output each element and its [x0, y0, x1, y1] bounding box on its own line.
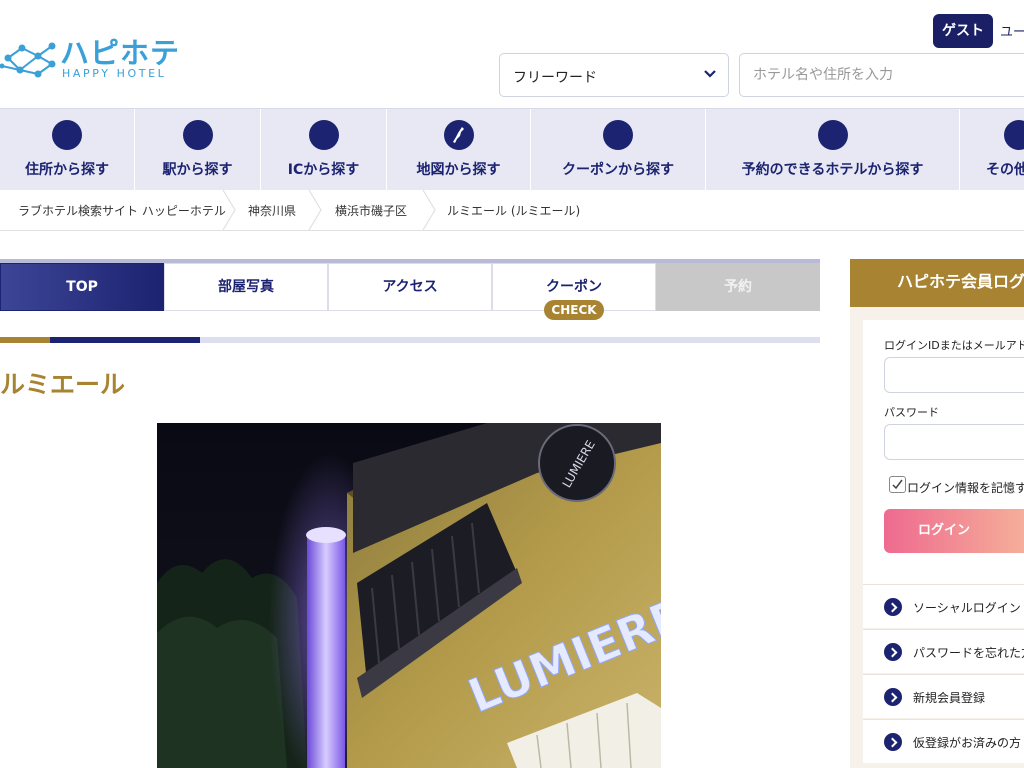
guest-button[interactable]: ゲスト	[933, 14, 993, 48]
network-logo-icon	[0, 42, 56, 78]
link-label: ソーシャルログイン	[913, 601, 1021, 615]
nav-item-label: ICから探す	[287, 162, 360, 178]
arrow-right-icon	[884, 643, 902, 661]
hotel-photo: LUMIERE LUMIERE	[157, 423, 661, 768]
nav-item-label: 住所から探す	[25, 162, 109, 178]
logo-english: HAPPY HOTEL	[62, 67, 167, 80]
social-login-link[interactable]: ソーシャルログイン	[863, 584, 1024, 628]
breadcrumb-current: ルミエール (ルミエール)	[447, 204, 581, 218]
nav-item-coupon[interactable]: クーポンから探す	[531, 109, 706, 190]
breadcrumb-city[interactable]: 横浜市磯子区	[335, 202, 407, 219]
chevron-down-icon	[704, 70, 716, 78]
arrow-right-icon	[884, 733, 902, 751]
nav-item-label: クーポンから探す	[562, 162, 674, 178]
train-icon	[182, 120, 213, 150]
site-logo[interactable]: ハピホテ HAPPY HOTEL	[0, 36, 180, 84]
user-link[interactable]: ユー	[1000, 21, 1024, 40]
nav-item-map[interactable]: 地図から探す	[387, 109, 531, 190]
password-field[interactable]	[884, 424, 1024, 460]
login-id-field[interactable]	[884, 357, 1024, 393]
arrow-right-icon	[884, 688, 902, 706]
register-link[interactable]: 新規会員登録	[863, 674, 1024, 718]
coupon-icon	[603, 120, 633, 150]
checkmark-icon	[892, 479, 903, 490]
link-label: パスワードを忘れた方	[913, 646, 1024, 660]
nav-item-reservable[interactable]: 予約のできるホテルから探す	[706, 109, 960, 190]
login-panel-title: ハピホテ会員ログ	[850, 259, 1024, 307]
nav-item-address[interactable]: 住所から探す	[0, 109, 135, 190]
nav-item-other[interactable]: その他	[960, 109, 1024, 190]
login-id-label: ログインIDまたはメールアドレ	[884, 339, 1024, 352]
logo-japanese: ハピホテ	[60, 36, 181, 70]
breadcrumb-separator-icon	[308, 190, 322, 230]
main-nav: 住所から探す 駅から探す ICから探す 地図から探す クーポンから探す 予約ので…	[0, 108, 1024, 190]
hotel-name: ルミエール	[0, 370, 126, 399]
tab-reservation: 予約	[656, 263, 820, 311]
breadcrumb: ラブホテル検索サイト ハッピーホテル 神奈川県 横浜市磯子区 ルミエール (ルミ…	[0, 190, 1024, 231]
provisional-registration-link[interactable]: 仮登録がお済みの方	[863, 719, 1024, 763]
calendar-icon	[817, 120, 848, 150]
tab-top[interactable]: TOP	[0, 263, 164, 311]
search-input[interactable]	[739, 53, 1024, 97]
tab-progress-bar	[0, 337, 820, 343]
tab-room-photos[interactable]: 部屋写真	[164, 263, 328, 311]
location-icon	[52, 120, 82, 150]
login-button[interactable]: ログイン	[884, 509, 1024, 553]
link-label: 仮登録がお済みの方	[913, 736, 1022, 750]
breadcrumb-home[interactable]: ラブホテル検索サイト ハッピーホテル	[18, 202, 226, 219]
tab-access[interactable]: アクセス	[328, 263, 492, 311]
map-icon	[443, 120, 474, 150]
nav-item-ic[interactable]: ICから探す	[261, 109, 387, 190]
breadcrumb-separator-icon	[422, 190, 436, 230]
nav-item-label: 駅から探す	[162, 162, 233, 178]
arrow-right-icon	[884, 598, 902, 616]
search-type-select[interactable]: フリーワード	[499, 53, 729, 97]
breadcrumb-prefecture[interactable]: 神奈川県	[248, 202, 296, 219]
more-icon	[1004, 120, 1024, 150]
nav-item-station[interactable]: 駅から探す	[135, 109, 261, 190]
breadcrumb-separator-icon	[222, 190, 236, 230]
highway-icon	[308, 120, 339, 150]
nav-item-label: 地図から探す	[416, 162, 501, 178]
link-label: 新規会員登録	[913, 691, 986, 705]
nav-item-label: その他	[986, 162, 1024, 178]
remember-label: ログイン情報を記憶す	[907, 481, 1024, 495]
remember-checkbox[interactable]	[889, 476, 906, 493]
password-label: パスワード	[884, 406, 939, 419]
search-type-label: フリーワード	[513, 70, 597, 86]
nav-item-label: 予約のできるホテルから探す	[741, 162, 924, 178]
coupon-check-badge: CHECK	[544, 300, 604, 320]
forgot-password-link[interactable]: パスワードを忘れた方	[863, 629, 1024, 673]
